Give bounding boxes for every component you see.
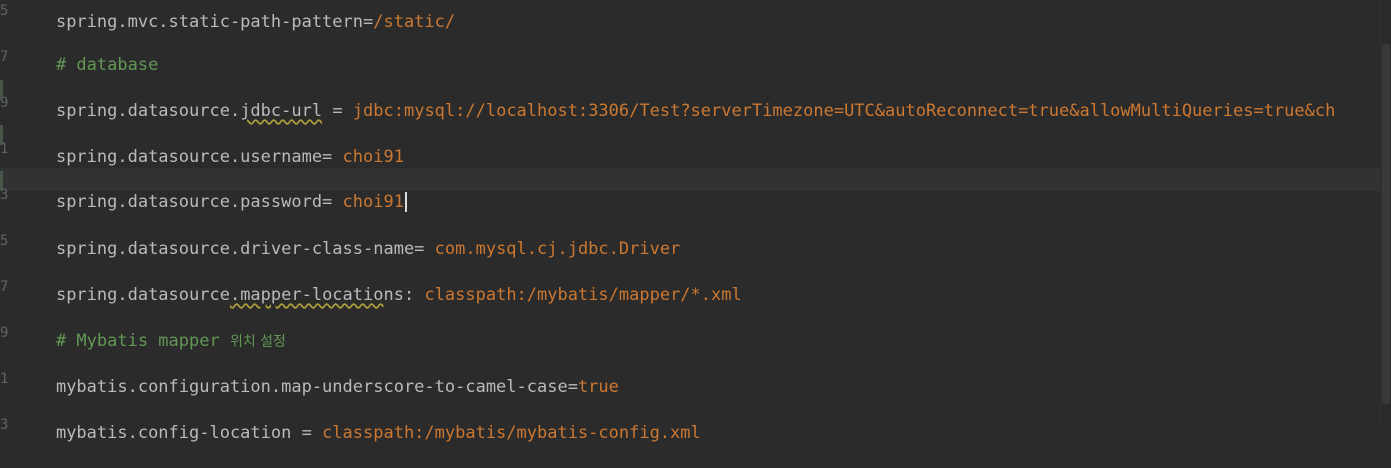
property-key-spellcheck: .mapper-locatio: [229, 285, 384, 305]
property-key: spring.mvc.static-path-pattern=: [55, 12, 374, 32]
code-line-current[interactable]: spring.datasource.password= choi91: [15, 168, 407, 212]
code-line[interactable]: mybatis.config-location = classpath:/myb…: [15, 399, 701, 443]
code-line[interactable]: spring.datasource.driver-class-name= com…: [15, 215, 680, 259]
comment-text: # Mybatis mapper: [55, 331, 230, 351]
code-editor[interactable]: 5 7 9 1 3 5 7 9 1 3 spring.mvc.static-pa…: [0, 0, 1391, 443]
property-key: mybatis.config-location =: [55, 423, 323, 443]
code-line[interactable]: spring.datasource.jdbc-url = jdbc:mysql:…: [15, 77, 1335, 121]
property-key: spring.datasource: [55, 285, 230, 305]
text-cursor: [404, 192, 407, 212]
code-line[interactable]: spring.datasource.mapper-locations: clas…: [15, 261, 742, 305]
code-line[interactable]: # Mybatis mapper 위치 설정: [15, 307, 286, 351]
vertical-scrollbar[interactable]: [1380, 0, 1391, 427]
property-value: choi91: [332, 147, 404, 167]
code-line[interactable]: mybatis.configuration.map-underscore-to-…: [15, 353, 619, 397]
property-key: spring.datasource.driver-class-name=: [55, 239, 425, 259]
property-key-spellcheck: jdbc-url: [240, 101, 323, 121]
property-key: spring.datasource.: [55, 101, 241, 121]
gutter: 5 7 9 1 3 5 7 9 1 3: [0, 3, 9, 433]
property-value: true: [577, 377, 619, 397]
property-value: choi91: [332, 192, 404, 212]
code-line[interactable]: # database: [15, 31, 158, 75]
property-value: /static/: [373, 12, 456, 32]
property-separator: ns:: [383, 285, 425, 305]
property-key: spring.datasource.password=: [55, 192, 333, 212]
property-value: classpath:/mybatis/mybatis-config.xml: [322, 423, 701, 443]
property-key: spring.datasource.username=: [55, 147, 333, 167]
property-key: mybatis.configuration.map-underscore-to-…: [55, 377, 578, 397]
property-value: classpath:/mybatis/mapper/*.xml: [424, 285, 742, 305]
scrollbar-thumb[interactable]: [1382, 44, 1390, 404]
property-separator: =: [322, 101, 353, 121]
code-line[interactable]: spring.datasource.username= choi91: [15, 123, 404, 167]
comment-text: # database: [55, 55, 159, 75]
code-line[interactable]: spring.mvc.static-path-pattern=/static/: [15, 0, 455, 32]
comment-text-korean: 위치 설정: [229, 334, 286, 350]
property-value: com.mysql.cj.jdbc.Driver: [424, 239, 681, 259]
property-value: jdbc:mysql://localhost:3306/Test?serverT…: [352, 101, 1336, 121]
